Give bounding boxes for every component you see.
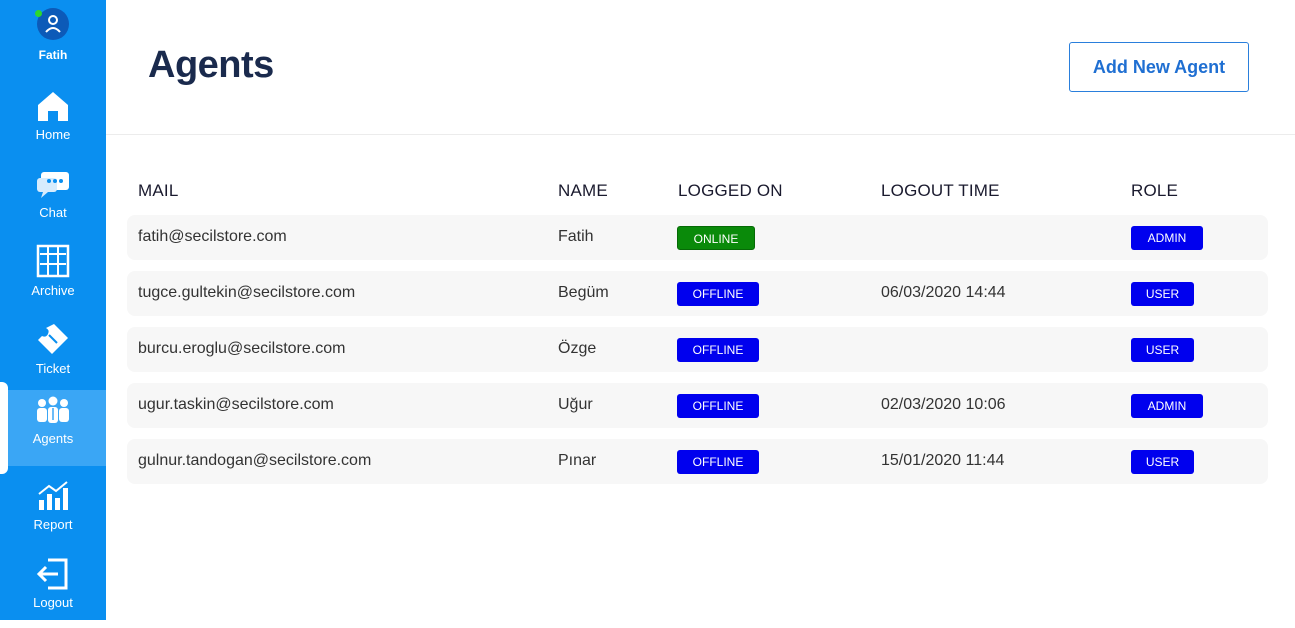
header-divider	[106, 134, 1295, 135]
sidebar-item-label: Agents	[32, 431, 74, 446]
page-title: Agents	[148, 44, 274, 86]
sidebar-item-ticket[interactable]: Ticket	[0, 320, 106, 394]
column-header-name: NAME	[558, 181, 608, 200]
status-badge: OFFLINE	[677, 394, 759, 418]
sidebar-item-label: Ticket	[35, 361, 71, 376]
role-badge: ADMIN	[1131, 394, 1203, 418]
logout-icon	[36, 558, 68, 590]
mail-cell: ugur.taskin@secilstore.com	[138, 396, 334, 413]
mail-cell: burcu.eroglu@secilstore.com	[138, 340, 346, 357]
sidebar-item-report[interactable]: Report	[0, 476, 106, 550]
column-header-logged-on: LOGGED ON	[678, 181, 783, 200]
mail-cell: gulnur.tandogan@secilstore.com	[138, 452, 372, 469]
status-badge: OFFLINE	[677, 282, 759, 306]
sidebar-item-label: Logout	[33, 595, 73, 610]
sidebar-item-label: Home	[35, 127, 71, 142]
active-indicator	[0, 382, 8, 474]
status-badge: OFFLINE	[677, 450, 759, 474]
sidebar-item-label: Chat	[39, 205, 67, 220]
home-icon	[38, 92, 68, 121]
avatar	[35, 8, 69, 40]
sidebar-item-archive[interactable]: Archive	[0, 242, 106, 316]
column-header-logout-time: LOGOUT TIME	[881, 181, 1000, 200]
sidebar-item-label: Report	[33, 517, 73, 532]
sidebar-item-agents[interactable]: Agents	[0, 390, 106, 466]
ticket-icon	[38, 324, 68, 354]
archive-icon	[36, 244, 70, 278]
role-badge: USER	[1131, 338, 1194, 362]
sidebar: Fatih Home Chat Archive Ticket Agents Re…	[0, 0, 106, 620]
sidebar-item-label: Archive	[31, 283, 75, 298]
name-cell: Uğur	[558, 396, 593, 413]
role-badge: ADMIN	[1131, 226, 1203, 250]
logout-time-cell: 15/01/2020 11:44	[881, 452, 1005, 469]
role-badge: USER	[1131, 450, 1194, 474]
add-new-agent-button[interactable]: Add New Agent	[1069, 42, 1249, 92]
role-badge: USER	[1131, 282, 1194, 306]
online-status-dot	[35, 10, 42, 17]
sidebar-item-chat[interactable]: Chat	[0, 164, 106, 238]
report-icon	[38, 481, 68, 510]
status-badge: ONLINE	[677, 226, 755, 250]
mail-cell: tugce.gultekin@secilstore.com	[138, 284, 356, 301]
agents-icon	[37, 396, 69, 423]
column-header-role: ROLE	[1131, 181, 1179, 200]
table-row[interactable]: gulnur.tandogan@secilstore.com Pınar OFF…	[127, 439, 1268, 484]
name-cell: Fatih	[558, 228, 594, 245]
column-header-mail: MAIL	[138, 181, 179, 200]
mail-cell: fatih@secilstore.com	[138, 228, 287, 245]
status-badge: OFFLINE	[677, 338, 759, 362]
sidebar-item-home[interactable]: Home	[0, 86, 106, 160]
table-row[interactable]: tugce.gultekin@secilstore.com Begüm OFFL…	[127, 271, 1268, 316]
name-cell: Pınar	[558, 452, 597, 469]
user-icon	[45, 15, 61, 33]
name-cell: Begüm	[558, 284, 609, 301]
name-cell: Özge	[558, 340, 597, 357]
table-row[interactable]: burcu.eroglu@secilstore.com Özge OFFLINE…	[127, 327, 1268, 372]
user-profile[interactable]: Fatih	[0, 8, 106, 62]
chat-icon	[37, 172, 69, 198]
logout-time-cell: 06/03/2020 14:44	[881, 284, 1006, 301]
table-row[interactable]: ugur.taskin@secilstore.com Uğur OFFLINE …	[127, 383, 1268, 428]
user-name: Fatih	[38, 48, 68, 62]
sidebar-item-logout[interactable]: Logout	[0, 554, 106, 628]
table-row[interactable]: fatih@secilstore.com Fatih ONLINE ADMIN	[127, 215, 1268, 260]
logout-time-cell: 02/03/2020 10:06	[881, 396, 1006, 413]
